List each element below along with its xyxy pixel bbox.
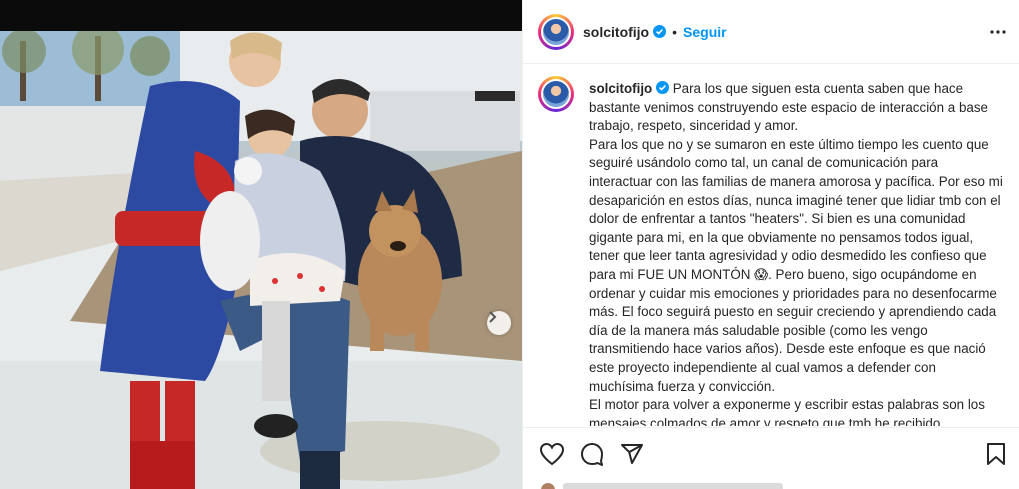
verified-badge-icon bbox=[655, 81, 669, 96]
more-options-icon[interactable] bbox=[990, 20, 1006, 49]
post-username[interactable]: solcitofijo bbox=[583, 24, 649, 40]
chevron-right-icon bbox=[489, 311, 497, 323]
verified-badge-icon bbox=[653, 25, 667, 38]
next-image-button[interactable] bbox=[487, 311, 511, 335]
action-bar bbox=[523, 427, 1019, 480]
comment-icon[interactable] bbox=[580, 442, 604, 471]
caption-username[interactable]: solcitofijo bbox=[589, 81, 652, 96]
avatar[interactable] bbox=[538, 76, 574, 112]
caption-area: solcitofijo Para los que siguen esta cue… bbox=[523, 64, 1019, 426]
follow-button[interactable]: Seguir bbox=[683, 24, 727, 40]
post-panel: solcitofijo • Seguir solcitofijo Para lo… bbox=[522, 0, 1019, 489]
liked-by-placeholder bbox=[563, 483, 783, 489]
liked-by-row bbox=[523, 479, 1019, 489]
post-header: solcitofijo • Seguir bbox=[523, 0, 1019, 64]
share-icon[interactable] bbox=[620, 442, 644, 471]
avatar bbox=[541, 483, 555, 489]
top-dark-bar bbox=[0, 0, 522, 31]
bookmark-icon[interactable] bbox=[986, 442, 1006, 471]
separator-dot: • bbox=[672, 23, 678, 40]
heart-icon[interactable] bbox=[539, 442, 565, 471]
caption-body: Para los que siguen esta cuenta saben qu… bbox=[589, 81, 1003, 426]
post-photo-illustration bbox=[0, 31, 522, 489]
caption-text: solcitofijo Para los que siguen esta cue… bbox=[589, 80, 1004, 426]
post-image[interactable] bbox=[0, 31, 522, 489]
avatar[interactable] bbox=[538, 13, 574, 50]
